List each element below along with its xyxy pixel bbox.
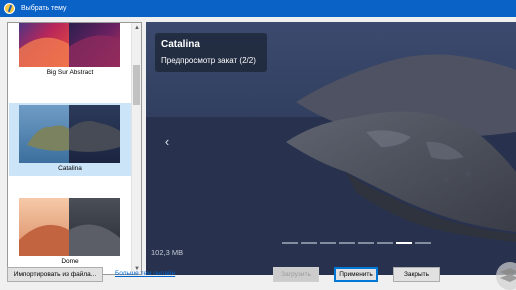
title-bar: Выбрать тему — [0, 0, 516, 17]
watermark-logo — [492, 258, 516, 290]
catalina-thumbnail — [19, 105, 120, 163]
preview-subtitle: Предпросмотр закат (2/2) — [161, 56, 256, 65]
preview-title: Catalina — [161, 39, 200, 50]
window-body: Big Sur Abstract Catalina Dome ▲ ▼ Catal… — [0, 17, 516, 290]
theme-item-big-sur-abstract[interactable]: Big Sur Abstract — [9, 23, 131, 80]
preview-caption: Catalina Предпросмотр закат (2/2) — [155, 33, 267, 72]
theme-list[interactable]: Big Sur Abstract Catalina Dome ▲ ▼ — [7, 22, 142, 275]
scroll-up-icon[interactable]: ▲ — [132, 23, 141, 33]
close-button[interactable]: Закрыть — [393, 267, 440, 282]
app-icon — [4, 3, 15, 14]
big-sur-thumbnail — [19, 23, 120, 67]
apply-button[interactable]: Применить — [334, 267, 378, 282]
image-indicator-dot[interactable] — [282, 242, 298, 244]
scroll-thumb[interactable] — [133, 65, 140, 105]
window-title: Выбрать тему — [21, 5, 67, 12]
theme-item-dome[interactable]: Dome — [9, 196, 131, 269]
image-indicator-dot[interactable] — [339, 242, 355, 244]
image-indicator-dot[interactable] — [415, 242, 431, 244]
dome-thumbnail — [19, 198, 120, 256]
previous-image-icon[interactable]: ‹ — [160, 133, 174, 151]
theme-item-catalina[interactable]: Catalina — [9, 103, 131, 176]
download-button[interactable]: Загрузить — [273, 267, 319, 282]
theme-item-label: Catalina — [58, 165, 82, 172]
image-indicator-dot[interactable] — [377, 242, 393, 244]
image-indicator-dot[interactable] — [396, 242, 412, 244]
image-indicator-dot[interactable] — [301, 242, 317, 244]
image-indicator — [282, 242, 431, 245]
theme-size: 102,3 MB — [151, 248, 184, 257]
theme-item-label: Big Sur Abstract — [46, 69, 94, 76]
image-indicator-dot[interactable] — [358, 242, 374, 244]
list-scrollbar[interactable]: ▲ ▼ — [131, 23, 141, 274]
theme-item-label: Dome — [61, 258, 79, 265]
more-themes-link[interactable]: Больше тем онлайн — [115, 270, 175, 277]
import-from-file-button[interactable]: Импортировать из файла... — [7, 267, 103, 282]
theme-preview: Catalina Предпросмотр закат (2/2) ‹ 102,… — [146, 22, 516, 275]
image-indicator-dot[interactable] — [320, 242, 336, 244]
